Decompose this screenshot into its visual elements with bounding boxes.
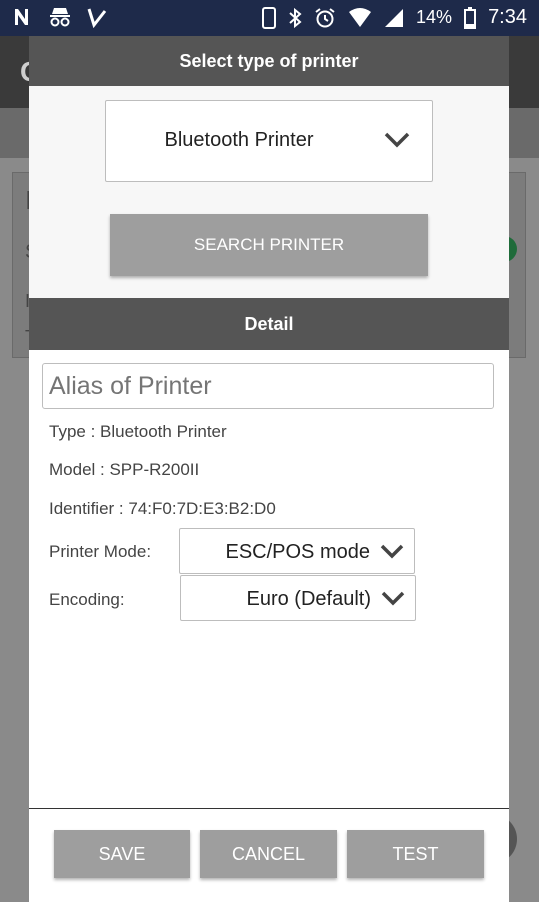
dialog-title: Select type of printer: [29, 36, 509, 86]
battery-percent: 14%: [416, 7, 453, 27]
encoding-dropdown[interactable]: Euro (Default): [180, 575, 416, 621]
alias-input[interactable]: [42, 363, 494, 409]
status-bar: 14% 7:34: [0, 0, 539, 36]
wifi-icon: [348, 7, 372, 28]
printer-type-value: Bluetooth Printer: [164, 129, 314, 151]
printer-dialog: Select type of printer Bluetooth Printer…: [29, 36, 509, 902]
check-app-icon: [86, 6, 108, 28]
encoding-label: Encoding:: [49, 590, 125, 609]
model-info: Model : SPP-R200II: [49, 460, 200, 479]
test-button[interactable]: TEST: [347, 830, 484, 878]
n-app-icon: [12, 6, 34, 28]
identifier-info: Identifier : 74:F0:7D:E3:B2:D0: [49, 499, 276, 518]
chevron-down-icon: [380, 544, 404, 559]
chevron-down-icon: [384, 132, 410, 148]
chevron-down-icon: [381, 591, 405, 606]
alarm-icon: [314, 7, 336, 29]
printer-mode-dropdown[interactable]: ESC/POS mode: [179, 528, 415, 574]
battery-icon: [464, 6, 477, 29]
incognito-icon: [48, 6, 72, 28]
encoding-value: Euro (Default): [246, 588, 372, 610]
search-printer-button[interactable]: SEARCH PRINTER: [110, 214, 428, 276]
printer-mode-value: ESC/POS mode: [225, 541, 370, 563]
printer-type-dropdown[interactable]: Bluetooth Printer: [105, 100, 433, 182]
bluetooth-icon: [288, 7, 302, 29]
printer-type-section: Bluetooth Printer SEARCH PRINTER: [29, 86, 509, 298]
signal-icon: [384, 8, 404, 28]
phone-icon: [262, 6, 277, 29]
cancel-button[interactable]: CANCEL: [200, 830, 337, 878]
detail-section: Type : Bluetooth Printer Model : SPP-R20…: [29, 350, 509, 810]
dialog-divider: [29, 808, 509, 809]
clock: 7:34: [488, 6, 527, 28]
detail-header: Detail: [29, 298, 509, 350]
save-button[interactable]: SAVE: [54, 830, 190, 878]
type-info: Type : Bluetooth Printer: [49, 422, 227, 441]
printer-mode-label: Printer Mode:: [49, 542, 152, 561]
